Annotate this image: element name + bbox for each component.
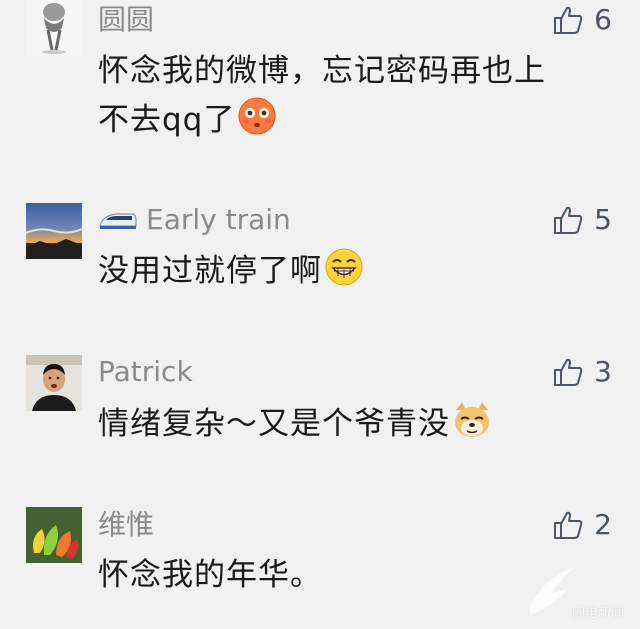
bullet-train-icon: [98, 208, 138, 232]
comment-header: Early train: [98, 200, 291, 240]
grinning-face-emoji-icon: [324, 247, 364, 287]
comment-text-line: 不去qq了: [98, 96, 277, 143]
comment-text: 没用过就停了啊: [98, 253, 322, 289]
username[interactable]: Patrick: [98, 352, 193, 392]
comment-text: 不去qq了: [98, 102, 236, 138]
comment-text-line: 没用过就停了啊: [98, 247, 364, 294]
watermark-text: 闪电新闻: [571, 606, 624, 621]
like-button[interactable]: 3: [552, 352, 612, 392]
like-button[interactable]: 6: [552, 0, 612, 40]
comment-text-line: 情绪复杂～又是个爷青没: [98, 400, 492, 447]
avatar[interactable]: [26, 355, 82, 411]
comment-text: 情绪复杂～又是个爷青没: [98, 406, 450, 442]
username[interactable]: 维惟: [98, 505, 154, 545]
man-portrait-avatar-icon: [26, 355, 82, 411]
avatar[interactable]: [26, 507, 82, 563]
thumbs-up-icon: [554, 511, 583, 539]
comment-text-line: 怀念我的微博，忘记密码再也上: [98, 53, 546, 89]
like-count: 5: [594, 203, 612, 236]
like-button[interactable]: 5: [552, 200, 612, 240]
like-count: 2: [594, 508, 612, 541]
thumbs-up-icon: [554, 358, 583, 386]
colorful-leaves-avatar-icon: [26, 507, 82, 563]
doge-emoji-icon: [452, 400, 492, 440]
comment-header: 维惟: [98, 505, 154, 545]
flushed-face-emoji-icon: [237, 96, 277, 136]
thumbs-up-icon: [554, 6, 583, 34]
like-count: 6: [594, 3, 612, 36]
sunset-landscape-avatar-icon: [26, 203, 82, 259]
username[interactable]: 圆圆: [98, 0, 154, 40]
like-button[interactable]: 2: [552, 505, 612, 545]
comment-text-line: 怀念我的年华。: [98, 557, 322, 593]
comment-header: Patrick: [98, 352, 193, 392]
username[interactable]: Early train: [146, 200, 291, 240]
thumbs-up-icon: [554, 206, 583, 234]
like-count: 3: [594, 355, 612, 388]
avatar[interactable]: [26, 203, 82, 259]
comment-header: 圆圆: [98, 0, 154, 40]
figure-sketch-avatar-icon: [26, 0, 82, 56]
avatar[interactable]: [26, 0, 82, 56]
